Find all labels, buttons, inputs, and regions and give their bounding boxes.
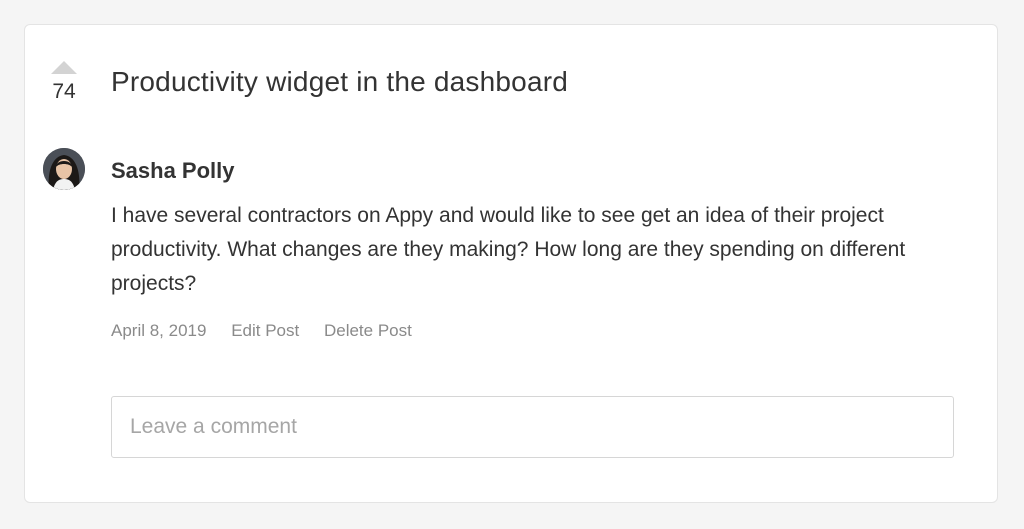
author-name: Sasha Polly — [111, 158, 235, 183]
post-body: I have several contractors on Appy and w… — [111, 204, 906, 295]
vote-count: 74 — [52, 80, 76, 103]
upvote-arrow-icon[interactable] — [51, 61, 77, 74]
delete-post-link[interactable]: Delete Post — [324, 321, 412, 340]
post-title: Productivity widget in the dashboard — [111, 66, 569, 97]
post-card: 74 Productivity widget in the dashboard … — [24, 24, 998, 503]
post-meta: April 8, 2019 Edit Post Delete Post — [111, 321, 432, 341]
avatar-image — [43, 148, 85, 190]
comment-input[interactable] — [111, 396, 954, 458]
post-date: April 8, 2019 — [111, 321, 207, 340]
edit-post-link[interactable]: Edit Post — [231, 321, 299, 340]
avatar — [43, 148, 85, 190]
vote-widget: 74 — [49, 61, 79, 104]
